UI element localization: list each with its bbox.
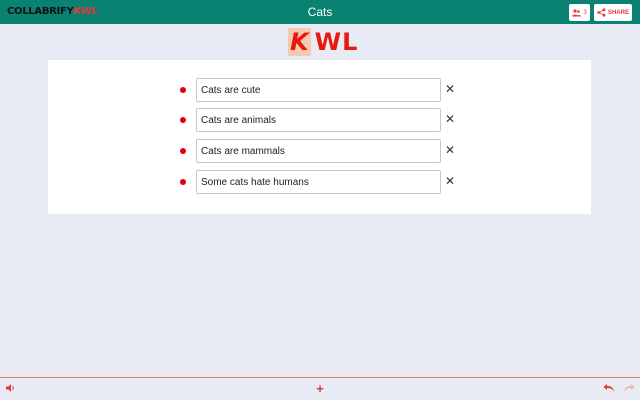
bullet-icon: [180, 148, 186, 154]
share-icon: [597, 8, 606, 17]
item-input[interactable]: [196, 108, 441, 132]
page-title: Cats: [307, 5, 333, 19]
logo-w: W: [314, 28, 342, 56]
close-icon[interactable]: ✕: [444, 142, 456, 158]
list-item: ✕: [48, 170, 591, 194]
list-item: ✕: [48, 78, 591, 102]
close-icon[interactable]: ✕: [444, 81, 456, 97]
close-icon[interactable]: ✕: [444, 111, 456, 127]
bullet-icon: [180, 87, 186, 93]
list-item: ✕: [48, 108, 591, 132]
top-bar: COLLABRIFYKWL Cats 3 SHARE: [0, 0, 640, 24]
bottom-toolbar: +: [0, 377, 640, 400]
redo-icon[interactable]: [623, 383, 635, 393]
item-input[interactable]: [196, 170, 441, 194]
users-count: 3: [583, 9, 587, 16]
logo-l: L: [342, 28, 358, 56]
share-button[interactable]: SHARE: [594, 4, 632, 21]
share-label: SHARE: [607, 9, 629, 16]
users-icon: [572, 8, 582, 16]
add-item-button[interactable]: +: [313, 380, 327, 398]
item-input[interactable]: [196, 139, 441, 163]
close-icon[interactable]: ✕: [444, 173, 456, 189]
bullet-icon: [180, 179, 186, 185]
item-input[interactable]: [196, 78, 441, 102]
kwl-logo: K W L: [288, 28, 357, 56]
list-item: ✕: [48, 139, 591, 163]
undo-icon[interactable]: [603, 383, 615, 393]
bullet-icon: [180, 117, 186, 123]
logo-k: K: [288, 28, 311, 56]
speaker-icon[interactable]: [5, 383, 16, 393]
users-button[interactable]: 3: [569, 4, 590, 21]
item-list-panel: ✕ ✕ ✕ ✕: [48, 60, 591, 214]
